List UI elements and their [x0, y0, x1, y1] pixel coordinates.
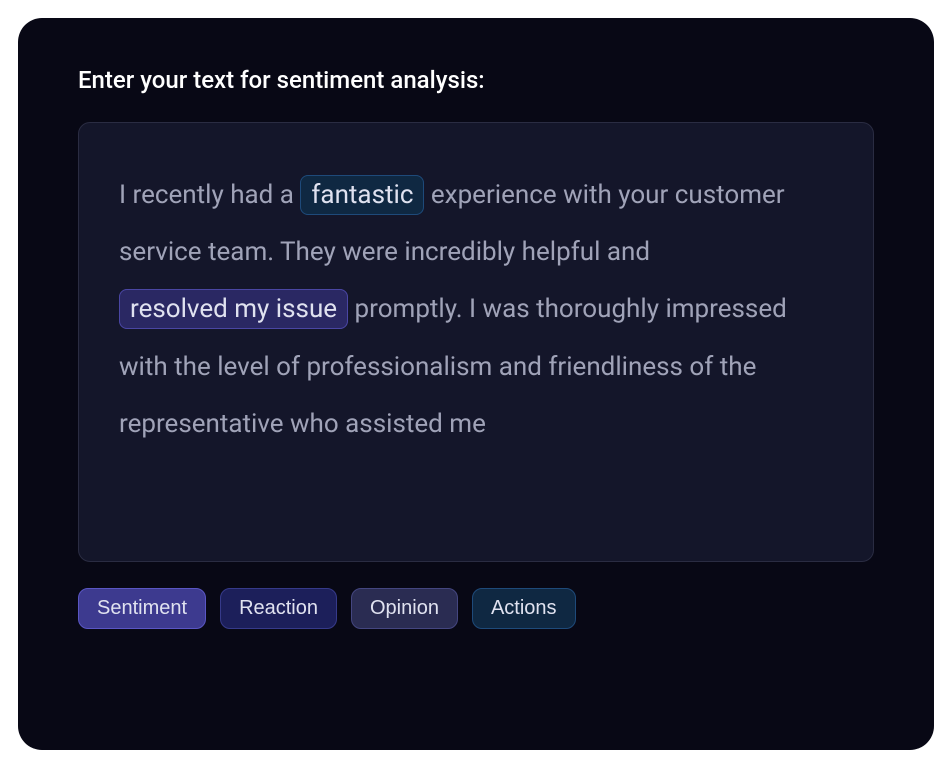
actions-button[interactable]: Actions [472, 588, 576, 629]
category-buttons-row: Sentiment Reaction Opinion Actions [78, 588, 874, 629]
highlighted-phrase-resolved[interactable]: resolved my issue [119, 289, 348, 329]
sentiment-button[interactable]: Sentiment [78, 588, 206, 629]
text-segment: I recently had a [119, 180, 300, 210]
analyzed-text: I recently had a fantastic experience wi… [119, 167, 833, 453]
opinion-button[interactable]: Opinion [351, 588, 458, 629]
reaction-button[interactable]: Reaction [220, 588, 337, 629]
highlighted-word-fantastic[interactable]: fantastic [300, 175, 424, 215]
text-input-panel[interactable]: I recently had a fantastic experience wi… [78, 122, 874, 562]
prompt-label: Enter your text for sentiment analysis: [78, 66, 874, 94]
sentiment-analysis-panel: Enter your text for sentiment analysis: … [18, 18, 934, 750]
